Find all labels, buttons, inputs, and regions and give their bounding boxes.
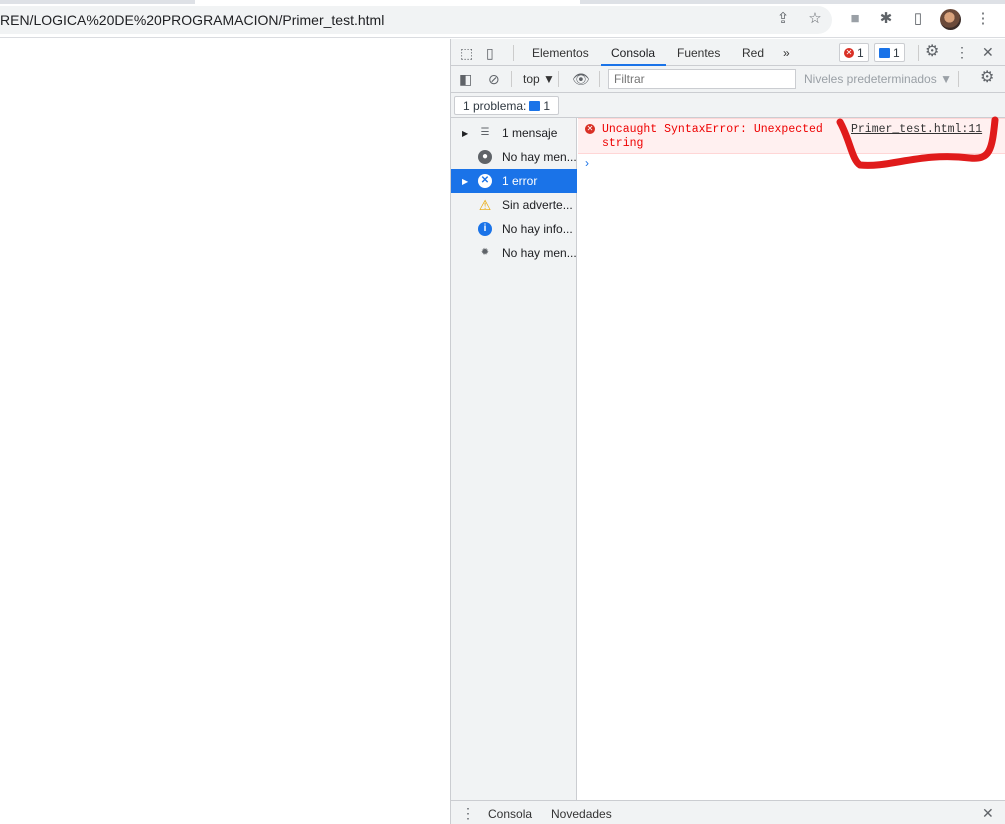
filter-input[interactable] <box>608 69 796 89</box>
devtools-drawer: ⋮ Consola Novedades ✕ <box>451 800 1005 824</box>
console-prompt[interactable]: › <box>585 156 589 170</box>
tab-elementos[interactable]: Elementos <box>532 46 589 60</box>
eye-icon[interactable]: 👁 <box>572 71 590 87</box>
console-toolbar: ◧ ⊘ top ▼ 👁 Niveles predeterminados ▼ ⚙ <box>451 66 1005 93</box>
message-icon <box>529 100 541 111</box>
issues-bar: 1 problema: 1 <box>451 93 1005 118</box>
side-panel-icon[interactable]: ▯ <box>909 10 927 28</box>
url-text[interactable]: REN/LOGICA%20DE%20PROGRAMACION/Primer_te… <box>0 12 384 28</box>
source-link[interactable]: Primer_test.html:11 <box>851 123 982 136</box>
share-icon[interactable]: ⇪ <box>774 10 792 28</box>
issues-button[interactable]: 1 problema: 1 <box>454 96 560 115</box>
drawer-tab-novedades[interactable]: Novedades <box>551 807 612 821</box>
error-icon: ✕ <box>585 124 595 134</box>
sidebar-item-user-messages[interactable]: ● No hay men... <box>451 145 577 169</box>
tab-red[interactable]: Red <box>742 46 764 60</box>
devtools-main-toolbar: ⬚ ▯ Elementos Consola Fuentes Red » ✕ 1 1… <box>451 39 1005 66</box>
tab-consola[interactable]: Consola <box>611 46 655 60</box>
expand-arrow-icon: ▶ <box>462 176 469 186</box>
avatar[interactable] <box>940 9 961 30</box>
sidebar-item-verbose[interactable]: ✹ No hay men... <box>451 241 577 265</box>
expand-arrow-icon: ▶ <box>462 128 469 138</box>
bookmark-star-icon[interactable]: ☆ <box>806 10 824 28</box>
message-icon <box>879 47 890 58</box>
list-icon: ☰ <box>480 127 490 138</box>
drawer-tab-consola[interactable]: Consola <box>488 807 532 821</box>
sidebar-item-errors[interactable]: ▶ ✕ 1 error <box>451 169 577 193</box>
context-selector[interactable]: top ▼ <box>523 72 555 86</box>
drawer-close-icon[interactable]: ✕ <box>982 805 994 821</box>
sidebar-toggle-icon[interactable]: ◧ <box>459 71 472 87</box>
info-icon: i <box>478 222 492 236</box>
sidebar-item-warnings[interactable]: ⚠ Sin adverte... <box>451 193 577 217</box>
drawer-menu-icon[interactable]: ⋮ <box>461 805 475 821</box>
tab-strip <box>0 0 1005 4</box>
close-icon[interactable]: ✕ <box>982 44 994 60</box>
browser-toolbar: REN/LOGICA%20DE%20PROGRAMACION/Primer_te… <box>0 0 1005 38</box>
log-levels-dropdown[interactable]: Niveles predeterminados ▼ <box>804 72 952 86</box>
console-error-message: ✕ Uncaught SyntaxError: Unexpected string… <box>578 118 1005 154</box>
console-settings-gear-icon[interactable]: ⚙ <box>980 70 994 86</box>
more-options-icon[interactable]: ⋮ <box>955 44 969 60</box>
console-sidebar: ▶ ☰ 1 mensaje ● No hay men... ▶ ✕ 1 error ⚠ Si… <box>451 118 577 800</box>
message-count-badge[interactable]: 1 <box>874 43 905 62</box>
device-toolbar-icon[interactable]: ▯ <box>486 45 494 61</box>
user-icon: ● <box>478 150 492 164</box>
warning-icon: ⚠ <box>478 197 492 213</box>
error-icon: ✕ <box>478 174 492 188</box>
puzzle-icon[interactable]: ✱ <box>877 10 895 28</box>
clear-console-icon[interactable]: ⊘ <box>488 71 500 87</box>
tab-fuentes[interactable]: Fuentes <box>677 46 720 60</box>
devtools-panel: ⬚ ▯ Elementos Consola Fuentes Red » ✕ 1 1… <box>450 39 1005 824</box>
error-icon: ✕ <box>844 47 854 58</box>
page-content <box>0 39 450 824</box>
more-tabs-button[interactable]: » <box>783 46 790 60</box>
bug-icon: ✹ <box>480 247 490 258</box>
extension-icon[interactable]: ■ <box>846 10 864 28</box>
settings-gear-icon[interactable]: ⚙ <box>925 44 939 60</box>
sidebar-item-messages[interactable]: ▶ ☰ 1 mensaje <box>451 121 577 145</box>
sidebar-item-info[interactable]: i No hay info... <box>451 217 577 241</box>
menu-icon[interactable]: ⋮ <box>974 10 992 28</box>
error-count-badge[interactable]: ✕ 1 <box>839 43 869 62</box>
inspect-element-icon[interactable]: ⬚ <box>460 45 473 61</box>
